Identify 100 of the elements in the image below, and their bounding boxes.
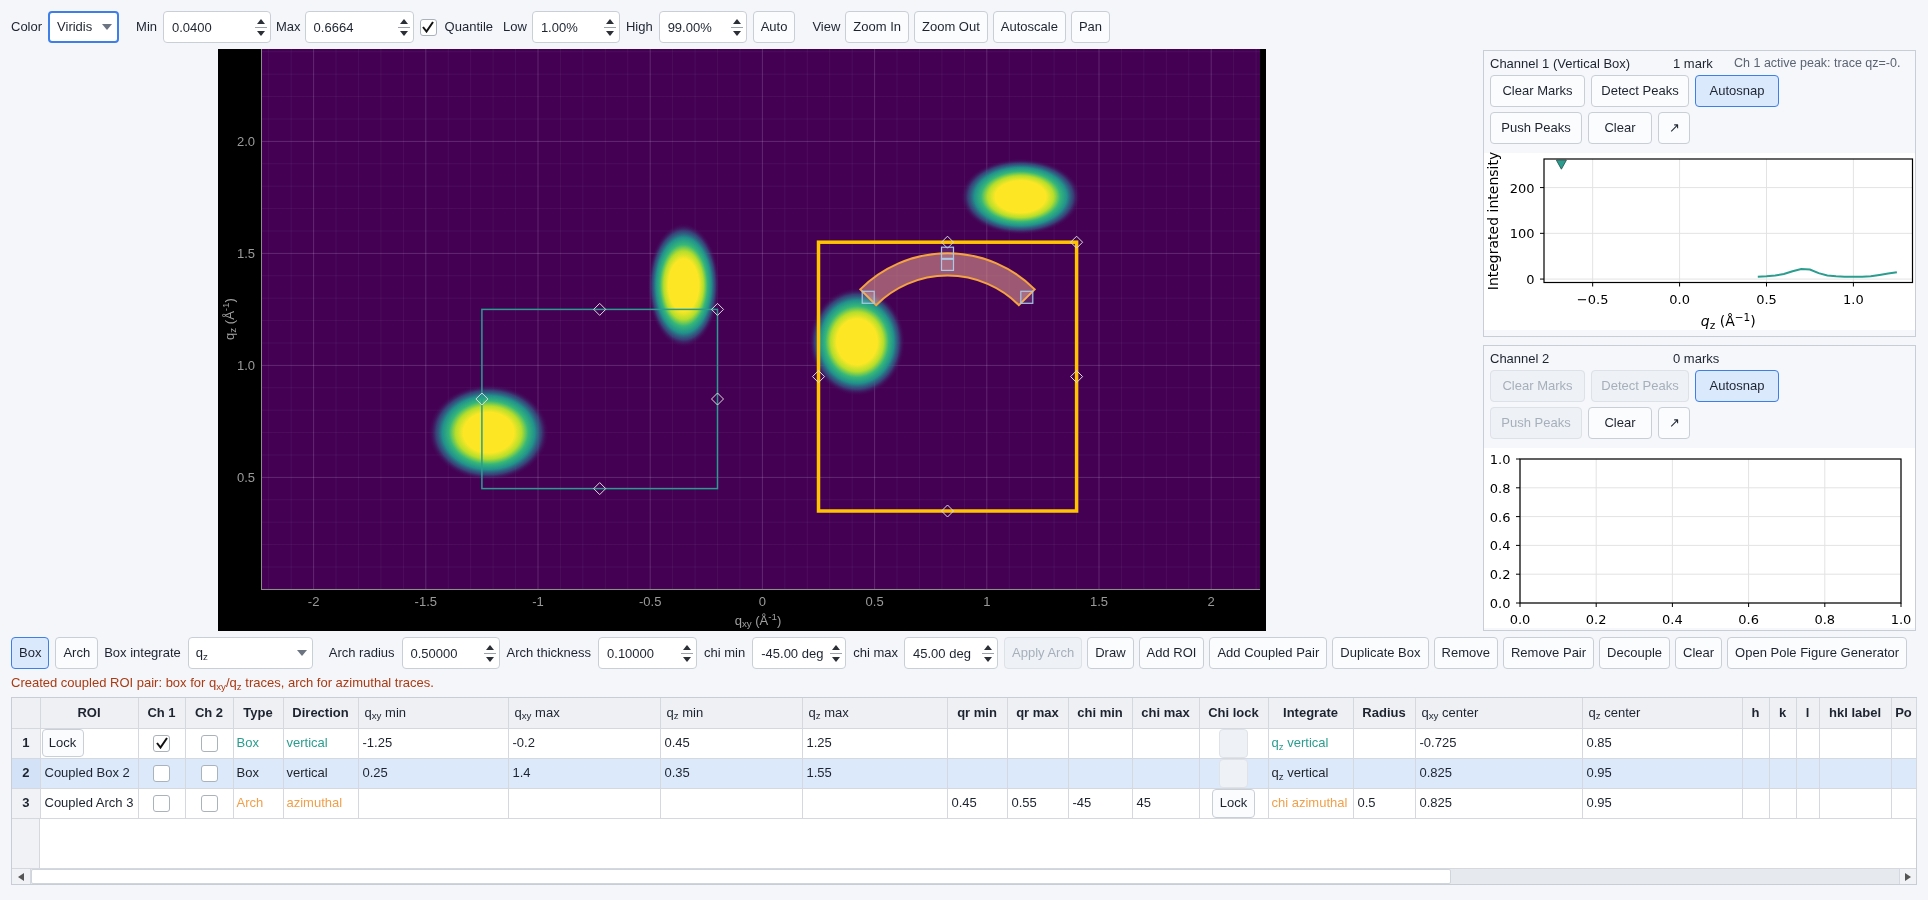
spin-down-icon[interactable] [683,656,692,662]
diamond-handle-icon[interactable] [593,482,607,496]
spin-down-icon[interactable] [485,656,494,662]
action-button[interactable]: Remove Pair [1502,637,1595,669]
channel-button[interactable]: ↗ [1658,112,1690,144]
spin-up-icon[interactable] [399,18,408,24]
column-header[interactable]: l [1796,698,1819,728]
channel-button[interactable]: Clear [1588,407,1652,439]
square-handle-icon[interactable] [940,257,955,271]
channel-button[interactable]: Push Peaks [1490,112,1582,144]
action-button[interactable]: Add Coupled Pair [1209,637,1328,669]
spin-down-icon[interactable] [605,30,614,36]
column-header[interactable]: Type [233,698,283,728]
channel-button[interactable]: Autosnap [1695,75,1779,107]
spin-up-icon[interactable] [257,18,266,24]
spin-up-icon[interactable] [605,18,614,24]
checkbox[interactable] [200,794,218,812]
spin-up-icon[interactable] [832,644,841,650]
view-button[interactable]: Autoscale [992,11,1066,43]
roi-box[interactable] [816,240,1079,513]
column-header[interactable]: chi max [1132,698,1199,728]
column-header[interactable]: qr max [1007,698,1068,728]
action-button[interactable]: Draw [1087,637,1134,669]
arch-thickness-spinbox[interactable]: 0.10000 [598,637,698,669]
max-spinbox[interactable]: 0.6664 [304,11,414,43]
channel-button[interactable]: Clear [1588,112,1652,144]
row-header[interactable]: 3 [12,788,40,818]
diamond-handle-icon[interactable] [941,235,954,249]
spin-down-icon[interactable] [257,30,266,36]
column-header[interactable]: Radius [1353,698,1415,728]
colormap-select[interactable]: Viridis [48,11,120,43]
square-handle-icon[interactable] [940,246,955,260]
diamond-handle-icon[interactable] [711,392,724,406]
column-header[interactable]: q$_{xy}$ max [508,698,660,728]
view-button[interactable]: Pan [1070,11,1111,43]
table-row[interactable]: 2 Coupled Box 2 Box vertical 0.25 1.4 0.35 1.55 q$_{z}$ vertical 0.825 0.95 [12,758,1916,788]
roi-arch[interactable] [859,252,1036,307]
quantile-checkbox[interactable] [419,18,437,36]
column-header[interactable]: hkl label [1819,698,1891,728]
diamond-handle-icon[interactable] [1070,235,1084,249]
column-header[interactable]: Ch 1 [138,698,185,728]
auto-button[interactable]: Auto [752,11,796,43]
lock-toggle[interactable] [1219,758,1248,788]
column-header[interactable]: ROI [40,698,138,728]
spin-up-icon[interactable] [732,18,741,24]
column-header[interactable]: h [1742,698,1769,728]
table-row[interactable]: 3 Coupled Arch 3 Arch azimuthal 0.45 0.55 -45 45 Lock chi azimuthal 0.5 0.825 0.95 [12,788,1916,818]
action-button[interactable]: Open Pole Figure Generator [1727,637,1908,669]
checkbox[interactable] [200,764,218,782]
mode-button[interactable]: Arch [55,637,99,669]
square-handle-icon[interactable] [1020,290,1034,304]
arch-radius-spinbox[interactable]: 0.50000 [401,637,500,669]
diamond-handle-icon[interactable] [593,302,607,316]
action-button[interactable]: Add ROI [1138,637,1205,669]
column-header[interactable]: chi min [1068,698,1132,728]
diamond-handle-icon[interactable] [812,370,825,384]
chi-min-spinbox[interactable]: -45.00 deg [752,637,847,669]
spin-up-icon[interactable] [485,644,494,650]
channel-button[interactable]: ↗ [1658,407,1690,439]
spin-down-icon[interactable] [832,656,841,662]
column-header[interactable]: q$_{z}$ min [660,698,802,728]
action-button[interactable]: Remove [1433,637,1498,669]
square-handle-icon[interactable] [861,290,875,304]
diamond-handle-icon[interactable] [941,504,954,518]
column-header[interactable]: qr min [947,698,1007,728]
column-header[interactable]: q$_{xy}$ min [358,698,508,728]
checkbox[interactable] [200,734,218,752]
column-header[interactable]: Integrate [1268,698,1353,728]
column-header[interactable]: Po [1891,698,1916,728]
spin-down-icon[interactable] [984,656,993,662]
view-button[interactable]: Zoom In [845,11,909,43]
column-header[interactable]: Direction [283,698,358,728]
column-header[interactable]: Chi lock [1199,698,1268,728]
channel-button[interactable]: Autosnap [1695,370,1779,402]
mode-button[interactable]: Box [11,637,50,669]
column-header[interactable]: k [1769,698,1796,728]
high-spinbox[interactable]: 99.00% [658,11,747,43]
column-header[interactable]: Ch 2 [185,698,233,728]
spin-up-icon[interactable] [984,644,993,650]
action-button[interactable]: Decouple [1599,637,1670,669]
checkbox[interactable] [153,734,170,752]
table-row[interactable]: 1 Lock Box vertical -1.25 -0.2 0.45 1.25 q$_{z}$ vertical -0.725 0.85 [12,728,1916,758]
column-header[interactable]: q$_{z}$ center [1582,698,1742,728]
view-button[interactable]: Zoom Out [914,11,988,43]
row-header[interactable]: 2 [12,758,40,788]
min-spinbox[interactable]: 0.0400 [163,11,272,43]
channel-button[interactable]: Clear Marks [1490,75,1585,107]
action-button[interactable]: Duplicate Box [1332,637,1429,669]
channel-button[interactable]: Detect Peaks [1591,75,1689,107]
lock-button[interactable]: Lock [1212,788,1255,818]
lock-button[interactable]: Lock [41,729,84,757]
roi-box[interactable] [481,308,719,490]
spin-up-icon[interactable] [683,644,692,650]
diamond-handle-icon[interactable] [1070,370,1084,384]
column-header[interactable]: q$_{z}$ max [802,698,947,728]
checkbox[interactable] [153,764,170,782]
scroll-right-button[interactable] [1899,869,1916,884]
spin-down-icon[interactable] [732,30,741,36]
diamond-handle-icon[interactable] [475,392,489,406]
lock-toggle[interactable] [1219,728,1248,758]
